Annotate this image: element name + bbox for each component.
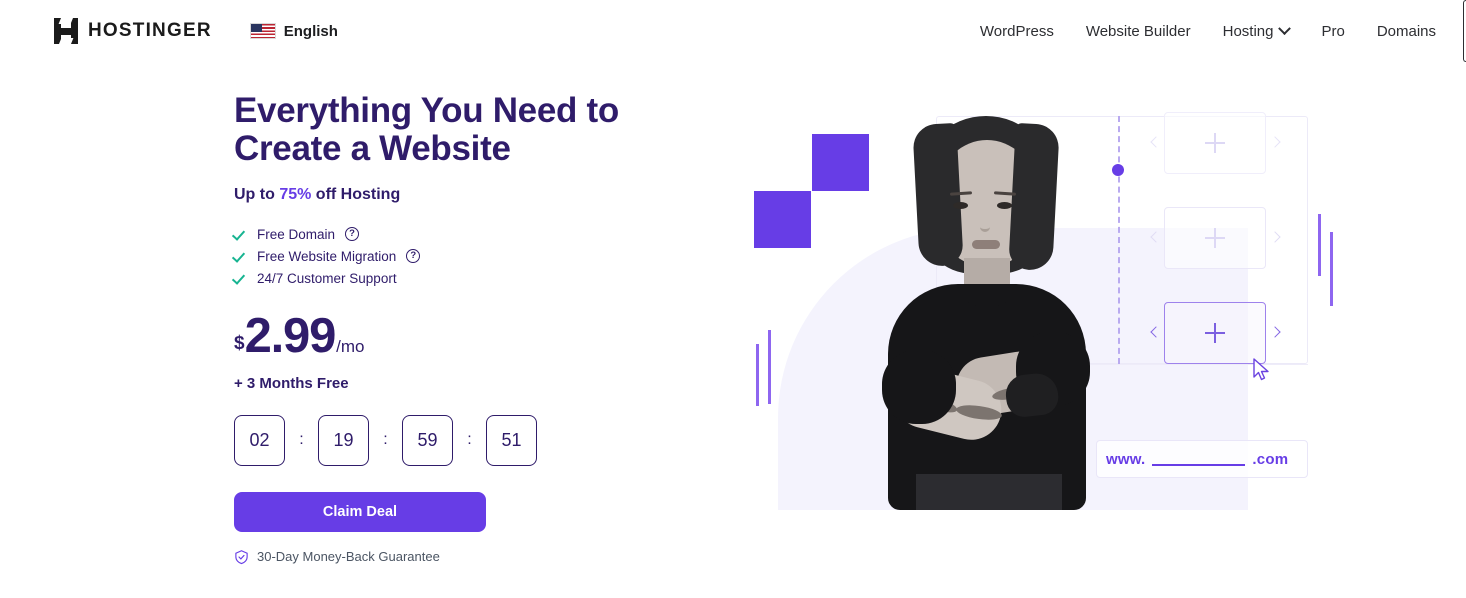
guarantee-label: 30-Day Money-Back Guarantee: [257, 549, 440, 565]
hostinger-landing-page: HOSTINGER English WordPress Website Buil…: [0, 0, 1466, 598]
us-flag-icon: [249, 23, 276, 39]
feature-list: Free Domain ? Free Website Migration ? 2…: [234, 227, 704, 286]
nav-item-hosting[interactable]: Hosting: [1222, 21, 1292, 40]
nav-label: Hosting: [1222, 22, 1274, 40]
guide-line-handle: [1112, 164, 1124, 176]
placeholder-card-3[interactable]: [1164, 302, 1266, 364]
price-period: /mo: [336, 336, 365, 356]
accent-line-right-2: [1330, 232, 1333, 306]
feature-item-free-domain: Free Domain ?: [234, 227, 704, 242]
question-mark-icon[interactable]: ?: [345, 227, 360, 242]
discount-suffix: off Hosting: [311, 185, 401, 203]
headline-line-2: Create a Website: [234, 128, 511, 168]
feature-label: 24/7 Customer Support: [257, 270, 397, 286]
shield-check-icon: [235, 549, 248, 564]
price-currency: $: [234, 332, 245, 354]
nav-label: Pro: [1321, 22, 1345, 40]
woman-portrait-photo: [860, 106, 1110, 510]
countdown-timer: 02 : 19 : 59 : 51: [234, 414, 704, 466]
countdown-hours: 19: [318, 414, 369, 466]
money-back-guarantee: 30-Day Money-Back Guarantee: [234, 549, 704, 565]
plus-icon: [1205, 228, 1225, 248]
discount-prefix: Up to: [234, 185, 280, 203]
headline-line-1: Everything You Need to: [234, 91, 619, 130]
countdown-days: 02: [234, 414, 285, 466]
claim-deal-button[interactable]: Claim Deal: [234, 491, 486, 532]
plus-icon: [1205, 323, 1225, 343]
countdown-separator: :: [299, 431, 304, 449]
nav-item-website-builder[interactable]: Website Builder: [1086, 23, 1191, 40]
feature-label: Free Domain: [257, 226, 336, 242]
brand-logo-link[interactable]: HOSTINGER: [54, 17, 212, 45]
nav-item-pro[interactable]: Pro: [1321, 23, 1344, 40]
url-suffix: .com: [1252, 450, 1289, 468]
price-amount: 2.99: [244, 308, 337, 363]
dashed-guide-line: [1118, 116, 1120, 364]
nav-label: Domains: [1376, 22, 1436, 40]
chevron-down-icon: [1278, 21, 1292, 35]
nav-label: WordPress: [979, 22, 1054, 40]
domain-search-bar[interactable]: www. .com: [1096, 440, 1308, 478]
hostinger-h-logo-icon: [54, 17, 78, 45]
placeholder-card-1[interactable]: [1164, 112, 1266, 174]
main-navigation: WordPress Website Builder Hosting Pro Do…: [980, 21, 1436, 40]
mouse-cursor-icon: [1253, 358, 1269, 381]
check-icon: [234, 272, 247, 285]
nav-label: Website Builder: [1085, 22, 1191, 40]
url-blank-field[interactable]: [1152, 464, 1246, 466]
countdown-minutes: 59: [402, 414, 453, 466]
countdown-separator: :: [467, 431, 472, 449]
placeholder-card-2[interactable]: [1164, 207, 1266, 269]
nav-item-wordpress[interactable]: WordPress: [980, 23, 1054, 40]
purple-square-bottom: [754, 191, 811, 248]
countdown-seconds: 51: [486, 414, 537, 466]
language-selector[interactable]: English: [249, 22, 338, 40]
feature-item-support: 24/7 Customer Support: [234, 271, 704, 286]
nav-item-domains[interactable]: Domains: [1377, 23, 1436, 40]
countdown-separator: :: [383, 431, 388, 449]
url-prefix: www.: [1106, 450, 1146, 468]
site-header: HOSTINGER English WordPress Website Buil…: [0, 0, 1466, 62]
price-block: $ 2.99 /mo: [234, 308, 704, 363]
hero-illustration: www. .com: [740, 86, 1360, 510]
discount-subheadline: Up to 75% off Hosting: [234, 186, 704, 204]
brand-name-label: HOSTINGER: [88, 20, 212, 41]
plus-icon: [1205, 133, 1225, 153]
page-title: Everything You Need to Create a Website: [234, 92, 704, 168]
hero-content: Everything You Need to Create a Website …: [234, 92, 704, 565]
bonus-months-label: + 3 Months Free: [234, 374, 349, 392]
question-mark-icon[interactable]: ?: [406, 249, 421, 264]
accent-line-left-1: [756, 344, 759, 406]
check-icon: [234, 228, 247, 241]
accent-line-right-1: [1318, 214, 1321, 276]
feature-label: Free Website Migration: [257, 248, 397, 264]
accent-line-left-2: [768, 330, 771, 404]
feature-item-free-migration: Free Website Migration ?: [234, 249, 704, 264]
check-icon: [234, 250, 247, 263]
discount-percent: 75%: [279, 185, 312, 203]
language-label: English: [283, 22, 338, 40]
